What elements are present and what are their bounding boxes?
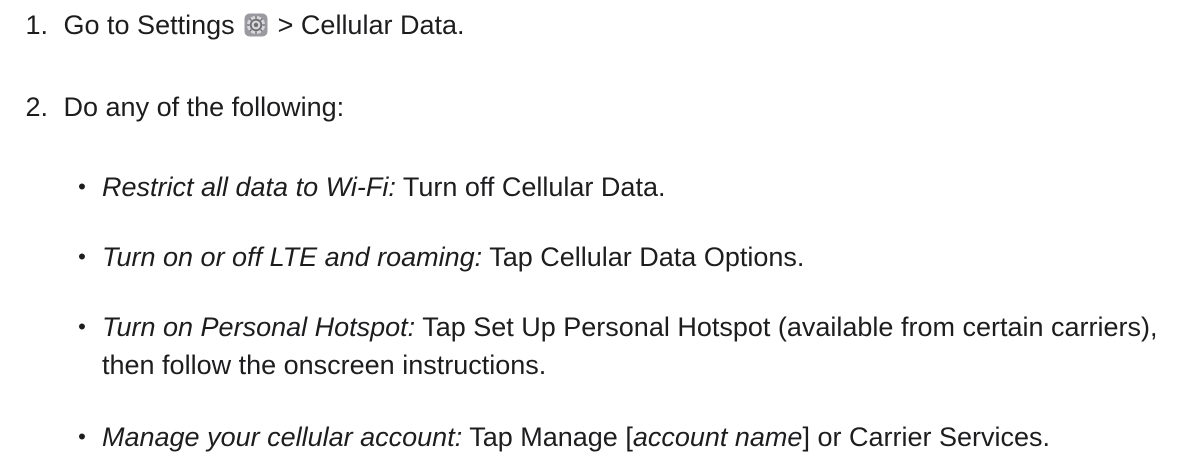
instructions-document: 1. Go to Settings > Cellular Data. 2. Do… [0,0,1191,453]
bullet-lead: Restrict all data to Wi-Fi: [102,172,396,202]
bullet-dot: • [78,424,86,449]
bullet-text-pre: Tap Manage [ [469,422,633,452]
bullet-body: Turn on Personal Hotspot: Tap Set Up Per… [102,308,1191,384]
bullet-dot: • [78,314,86,339]
step-1-number: 1. [25,10,48,40]
step-2-text: Do any of the following: [63,92,345,122]
bullet-dot: • [78,174,86,199]
bullet-lead: Turn on Personal Hotspot: [102,312,416,342]
step-2-number: 2. [25,92,48,122]
bullet-lead: Turn on or off LTE and roaming: [102,242,483,272]
bullet-dot: • [78,244,86,269]
bullet-text: Turn off Cellular Data. [402,172,666,202]
step-1-text: Go to Settings > Cellular Data. [64,6,465,44]
bullet-text-post: ] or Carrier Services. [802,422,1050,452]
bullet-lead: Manage your cellular account: [102,422,463,452]
bullet-body: Manage your cellular account: Tap Manage… [102,418,1191,456]
settings-gear-icon [244,13,268,37]
step-2: 2. Do any of the following: [0,88,344,126]
bullet-text-em: account name [632,422,803,452]
step-1-after-icon: > Cellular Data. [277,10,465,40]
step-1-before-icon: Go to Settings [63,10,235,40]
bullet-body: Restrict all data to Wi-Fi: Turn off Cel… [102,168,1191,206]
step-1: 1. Go to Settings > Cellular Data. [0,6,465,44]
bullet-text: Tap Cellular Data Options. [489,242,805,272]
bullet-body: Turn on or off LTE and roaming: Tap Cell… [102,238,1191,276]
